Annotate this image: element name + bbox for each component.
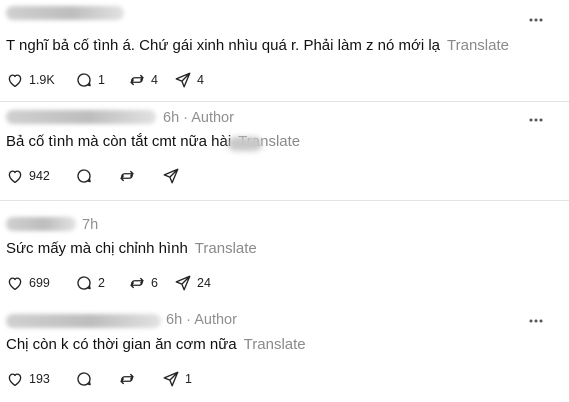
username-blurred[interactable]	[6, 110, 156, 124]
reply-button[interactable]: 1	[75, 71, 128, 89]
username-blurred[interactable]	[6, 314, 161, 328]
send-icon	[163, 371, 179, 387]
more-icon[interactable]	[528, 12, 544, 28]
comment-icon	[77, 276, 91, 290]
author-badge: · Author	[186, 312, 237, 328]
repost-button[interactable]: 6	[128, 274, 174, 292]
reply-button[interactable]	[75, 167, 118, 185]
share-button[interactable]	[162, 167, 180, 185]
action-bar: 193 1	[6, 369, 192, 389]
username-blurred[interactable]	[6, 217, 76, 231]
send-icon	[175, 72, 191, 88]
like-count: 193	[29, 372, 50, 386]
comment-text: Sức mấy mà chị chỉnh hình Translate	[6, 240, 257, 257]
reply-button[interactable]: 2	[75, 274, 128, 292]
action-bar: 699 2 6 24	[6, 273, 211, 293]
heart-icon	[8, 74, 22, 88]
send-icon	[175, 275, 191, 291]
comment-meta: 6h · Author	[166, 312, 237, 328]
reply-count: 2	[98, 276, 105, 290]
translate-link[interactable]: Translate	[195, 240, 257, 257]
redaction-blur	[228, 137, 262, 151]
repost-button[interactable]	[118, 370, 162, 388]
comment-text: Chị còn k có thời gian ăn cơm nữa Transla…	[6, 336, 306, 353]
repost-icon	[130, 74, 144, 86]
like-count: 942	[29, 169, 50, 183]
translate-link[interactable]: Translate	[244, 336, 306, 353]
author-badge: · Author	[183, 110, 234, 126]
comment-icon	[77, 372, 91, 386]
timestamp: 6h	[163, 110, 180, 126]
reply-count: 1	[98, 73, 105, 87]
username-blurred[interactable]	[6, 6, 124, 20]
comment-meta: 6h · Author	[163, 110, 234, 126]
heart-icon	[8, 170, 22, 184]
heart-icon	[8, 277, 22, 291]
divider	[0, 101, 569, 102]
more-icon[interactable]	[528, 313, 544, 329]
like-button[interactable]: 699	[6, 274, 75, 292]
timestamp: 6h	[166, 312, 183, 328]
like-count: 699	[29, 276, 50, 290]
comment-icon	[77, 169, 91, 183]
heart-icon	[8, 373, 22, 387]
comment-meta: 7h	[82, 217, 98, 233]
repost-count: 6	[151, 276, 158, 290]
comment-text-content: Chị còn k có thời gian ăn cơm nữa	[6, 336, 237, 353]
divider	[0, 200, 569, 201]
like-button[interactable]: 193	[6, 370, 75, 388]
like-button[interactable]: 1.9K	[6, 71, 75, 89]
comment-text: T nghĩ bả cố tình á. Chứ gái xinh nhìu q…	[6, 37, 509, 54]
share-count: 24	[197, 276, 211, 290]
like-count: 1.9K	[29, 73, 55, 87]
repost-count: 4	[151, 73, 158, 87]
repost-icon	[120, 170, 134, 182]
send-icon	[163, 168, 179, 184]
more-icon[interactable]	[528, 112, 544, 128]
timestamp: 7h	[82, 217, 99, 233]
comment-icon	[77, 73, 91, 87]
reply-button[interactable]	[75, 370, 118, 388]
action-bar: 942	[6, 166, 180, 186]
repost-button[interactable]: 4	[128, 71, 174, 89]
comment-text-content: T nghĩ bả cố tình á. Chứ gái xinh nhìu q…	[6, 37, 441, 54]
like-button[interactable]: 942	[6, 167, 75, 185]
repost-button[interactable]	[118, 167, 162, 185]
share-button[interactable]: 1	[162, 370, 192, 388]
comment-text-content: Bả cố tình mà còn tắt cmt nữa hài	[6, 133, 232, 150]
share-button[interactable]: 24	[174, 274, 211, 292]
share-button[interactable]: 4	[174, 71, 204, 89]
repost-icon	[130, 277, 144, 289]
action-bar: 1.9K 1 4 4	[6, 70, 204, 90]
repost-icon	[120, 373, 134, 385]
share-count: 1	[185, 372, 192, 386]
share-count: 4	[197, 73, 204, 87]
translate-link[interactable]: Translate	[447, 37, 509, 54]
comment-text-content: Sức mấy mà chị chỉnh hình	[6, 240, 188, 257]
thread: T nghĩ bả cố tình á. Chứ gái xinh nhìu q…	[0, 0, 569, 402]
